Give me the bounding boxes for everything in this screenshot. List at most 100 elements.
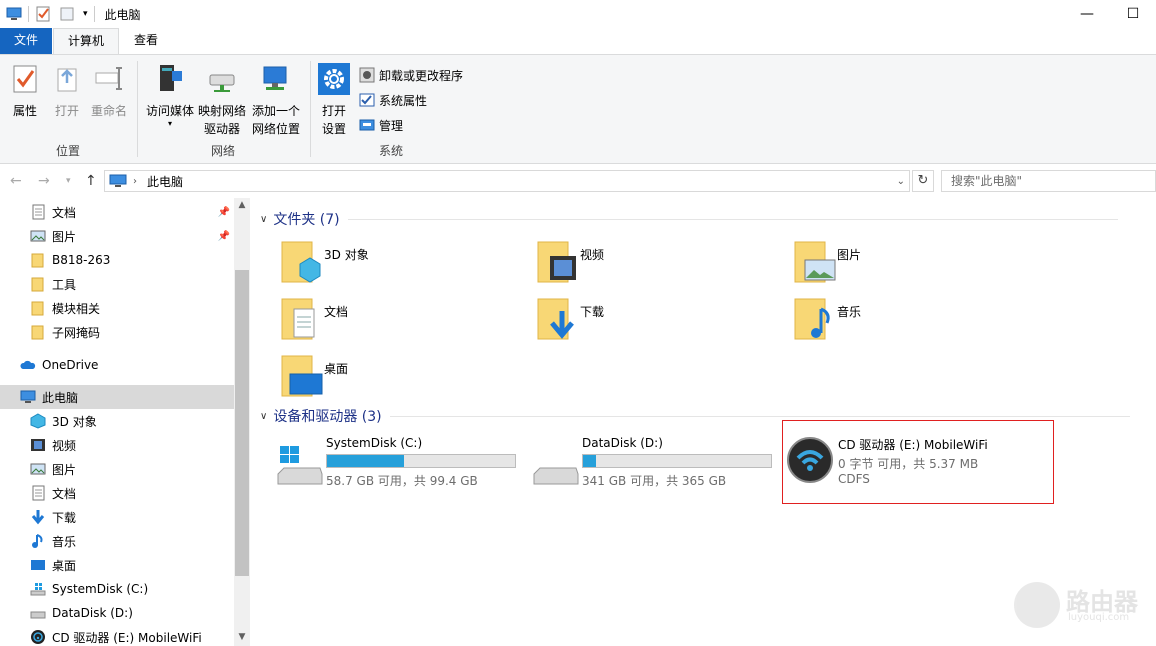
folders-header-label: 文件夹 (7): [273, 212, 340, 228]
map-drive-label-1: 映射网络: [197, 104, 246, 118]
open-button[interactable]: 打开: [50, 63, 84, 120]
highlight-box: [782, 420, 1054, 504]
folder-music[interactable]: 音乐: [791, 295, 1031, 345]
system-properties-button[interactable]: 系统属性: [359, 90, 427, 110]
folder-name: 音乐: [837, 305, 862, 319]
nav-quick-folder[interactable]: 子网掩码: [0, 320, 234, 344]
back-arrow-icon[interactable]: ←: [10, 173, 22, 189]
network-location-icon: [263, 66, 287, 90]
access-media-label: 访问媒体: [145, 104, 194, 118]
folder-desktop-icon: [281, 355, 323, 397]
folder-3d-objects[interactable]: 3D 对象: [278, 238, 518, 288]
nav-label: 图片: [52, 229, 77, 244]
drive-usage-fill: [583, 455, 597, 467]
nav-pc-3d-objects[interactable]: 3D 对象: [0, 409, 234, 433]
ribbon-tabs: 文件 计算机 查看: [0, 28, 1156, 55]
cube-icon: [30, 413, 46, 429]
nav-quick-folder[interactable]: 模块相关: [0, 296, 234, 320]
breadcrumb-chevron-icon[interactable]: ›: [133, 176, 137, 187]
nav-quick-folder[interactable]: B818-263: [0, 248, 234, 272]
search-input[interactable]: 搜索"此电脑": [941, 170, 1156, 192]
tab-view[interactable]: 查看: [120, 28, 172, 54]
minimize-button[interactable]: —: [1064, 0, 1110, 28]
folder-videos[interactable]: 视频: [534, 238, 774, 288]
new-folder-quick-icon[interactable]: [59, 6, 75, 22]
add-network-location-button[interactable]: 添加一个 网络位置: [250, 63, 302, 138]
nav-onedrive[interactable]: OneDrive: [0, 353, 234, 377]
manage-button[interactable]: 管理: [359, 115, 403, 135]
folder-name: 桌面: [324, 362, 349, 376]
folder-icon: [31, 253, 44, 268]
nav-label: SystemDisk (C:): [52, 582, 149, 596]
folder-name: 文档: [324, 305, 349, 319]
map-drive-label-2: 驱动器: [203, 122, 240, 136]
music-note-icon: [32, 534, 43, 548]
tab-computer[interactable]: 计算机: [53, 28, 119, 55]
folder-desktop[interactable]: 桌面: [278, 352, 518, 402]
collapse-chevron-icon[interactable]: ∨: [260, 214, 267, 225]
nav-pc-datadisk[interactable]: DataDisk (D:): [0, 601, 234, 625]
cloud-icon: [20, 360, 36, 369]
nav-pc-cd-drive[interactable]: CD 驱动器 (E:) MobileWiFi: [0, 625, 234, 646]
nav-pc-videos[interactable]: 视频: [0, 433, 234, 457]
scroll-thumb[interactable]: [235, 270, 249, 576]
refresh-button[interactable]: ↻: [912, 170, 934, 192]
properties-quick-icon[interactable]: [35, 6, 51, 22]
settings-gear-icon: [318, 63, 350, 95]
nav-quick-documents[interactable]: 文档 📌: [0, 200, 234, 224]
group-system: 打开 设置 卸载或更改程序 系统属性 管理 系统: [311, 55, 471, 163]
computer-icon: [109, 174, 127, 187]
address-bar[interactable]: › 此电脑 ⌄: [104, 170, 910, 192]
collapse-chevron-icon[interactable]: ∨: [260, 411, 267, 422]
nav-scrollbar[interactable]: ▲ ▼: [234, 198, 250, 646]
address-dropdown-icon[interactable]: ⌄: [897, 176, 905, 187]
access-media-button[interactable]: 访问媒体 ▾: [144, 63, 196, 128]
folder-pictures[interactable]: 图片: [791, 238, 1031, 288]
breadcrumb-this-pc[interactable]: 此电脑: [147, 173, 183, 190]
drive-systemdisk[interactable]: SystemDisk (C:) 58.7 GB 可用，共 99.4 GB: [276, 434, 536, 498]
nav-pc-documents[interactable]: 文档: [0, 481, 234, 505]
address-row: ← → ▾ ↑ › 此电脑 ⌄ ↻ 搜索"此电脑": [0, 165, 1156, 197]
folder-music-icon: [794, 298, 830, 340]
scroll-up-icon[interactable]: ▲: [234, 200, 250, 210]
folders-section-header[interactable]: ∨ 文件夹 (7): [260, 208, 1118, 230]
map-network-drive-button[interactable]: 映射网络 驱动器: [196, 63, 248, 138]
nav-pc-downloads[interactable]: 下载: [0, 505, 234, 529]
folder-downloads[interactable]: 下载: [534, 295, 774, 345]
up-arrow-icon[interactable]: ↑: [85, 173, 97, 189]
folder-name: 3D 对象: [324, 248, 369, 262]
folder-name: 下载: [580, 305, 605, 319]
open-settings-button[interactable]: 打开 设置: [317, 63, 351, 138]
nav-pc-desktop[interactable]: 桌面: [0, 553, 234, 577]
add-location-label-2: 网络位置: [251, 122, 300, 136]
nav-quick-folder[interactable]: 工具: [0, 272, 234, 296]
tab-file[interactable]: 文件: [0, 28, 52, 54]
rename-icon: [95, 67, 122, 90]
folder-videos-icon: [537, 241, 576, 283]
rename-button[interactable]: 重命名: [88, 63, 130, 120]
download-arrow-icon: [31, 510, 45, 525]
nav-quick-pictures[interactable]: 图片 📌: [0, 224, 234, 248]
maximize-button[interactable]: ☐: [1110, 0, 1156, 28]
uninstall-button[interactable]: 卸载或更改程序: [359, 65, 463, 85]
nav-label: 子网掩码: [52, 325, 101, 340]
nav-pc-pictures[interactable]: 图片: [0, 457, 234, 481]
folder-documents[interactable]: 文档: [278, 295, 518, 345]
forward-arrow-icon[interactable]: →: [38, 173, 50, 189]
folder-icon: [31, 301, 44, 316]
system-properties-icon: [359, 93, 375, 107]
recent-dropdown-icon[interactable]: ▾: [66, 176, 71, 186]
computer-icon[interactable]: [6, 7, 22, 21]
properties-button[interactable]: 属性: [8, 63, 42, 120]
scroll-down-icon[interactable]: ▼: [234, 632, 250, 642]
pin-icon[interactable]: 📌: [218, 207, 230, 218]
pin-icon[interactable]: 📌: [218, 231, 230, 242]
nav-this-pc[interactable]: 此电脑: [0, 385, 234, 409]
nav-pc-systemdisk[interactable]: SystemDisk (C:): [0, 577, 234, 601]
quick-access-dropdown-icon[interactable]: ▾: [83, 9, 88, 19]
open-settings-label-1: 打开: [321, 104, 346, 118]
router-logo-icon: [1014, 582, 1060, 628]
drive-datadisk[interactable]: DataDisk (D:) 341 GB 可用，共 365 GB: [532, 434, 792, 498]
nav-pc-music[interactable]: 音乐: [0, 529, 234, 553]
rename-label: 重命名: [90, 104, 127, 118]
